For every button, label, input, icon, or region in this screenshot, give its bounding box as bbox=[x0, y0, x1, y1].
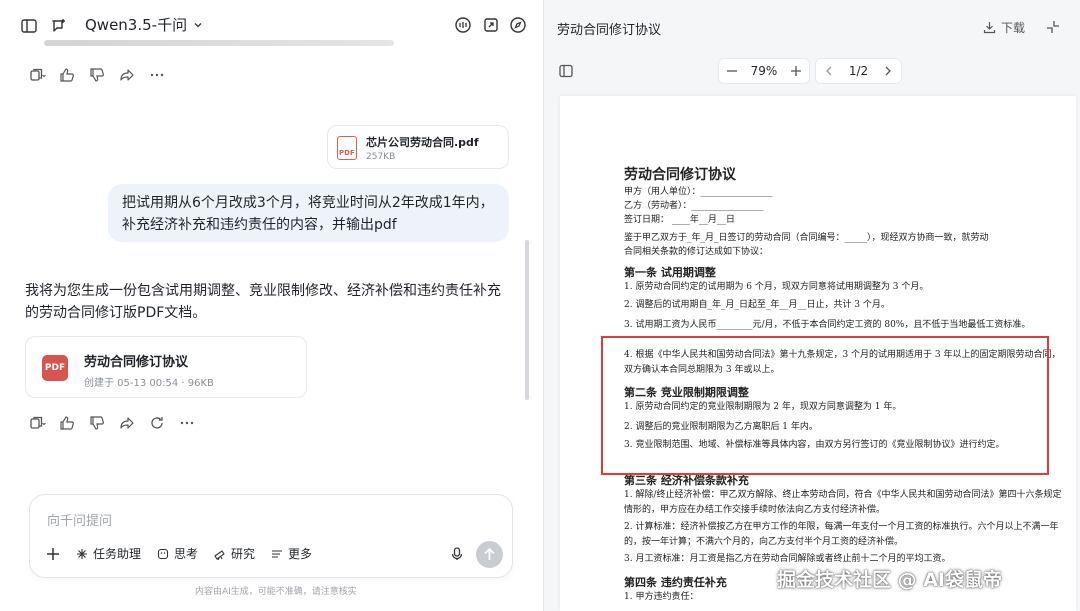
highlight-box bbox=[601, 336, 1049, 475]
thumbs-down-icon[interactable] bbox=[88, 414, 106, 432]
forward-icon[interactable] bbox=[118, 414, 136, 432]
next-page-icon[interactable] bbox=[881, 64, 895, 78]
user-message: 把试用期从6个月改成3个月，将竞业时间从2年改成1年内，补充经济补充和违约责任的… bbox=[108, 184, 509, 242]
chat-input-placeholder[interactable]: 向千问提问 bbox=[47, 510, 112, 529]
copy-icon[interactable] bbox=[28, 66, 46, 84]
file-size: 257KB bbox=[366, 152, 396, 162]
download-button[interactable]: 下载 bbox=[983, 19, 1025, 36]
download-icon bbox=[983, 22, 996, 34]
microphone-icon[interactable] bbox=[448, 545, 466, 563]
page-indicator: 1/2 bbox=[848, 64, 869, 78]
arrow-up-icon bbox=[484, 547, 495, 560]
page-control: 1/2 bbox=[815, 58, 902, 84]
chat-scrollbar[interactable] bbox=[525, 240, 529, 400]
pdf-party-a: 甲方（用人单位）：________________ bbox=[624, 187, 773, 197]
pdf-doc-icon: PDF bbox=[42, 355, 68, 381]
more-icon[interactable] bbox=[178, 414, 196, 432]
watermark: 掘金技术社区 @ AI袋鼠帝 bbox=[777, 569, 1003, 591]
pdf-intro-line-2: 合同相关条款的修订达成如下协议： bbox=[624, 247, 769, 257]
collapse-icon[interactable] bbox=[1044, 18, 1062, 36]
thumbs-down-icon[interactable] bbox=[88, 66, 106, 84]
copy-icon[interactable] bbox=[28, 414, 46, 432]
chat-panel: Qwen3.5-千问 PDF 芯片公司劳动合同.pdf 257KB 把试用期从6… bbox=[0, 0, 530, 611]
add-attachment-button[interactable] bbox=[46, 547, 60, 561]
sparkle-icon bbox=[77, 548, 87, 559]
thumbnail-toggle-icon[interactable] bbox=[558, 63, 574, 79]
share-icon[interactable] bbox=[482, 16, 500, 34]
pdf-s1-item: 3. 试用期工资为人民币________元/月，不低于本合同约定工资的 80%，… bbox=[624, 320, 1031, 330]
ai-reply: 我将为您生成一份包含试用期调整、竞业限制修改、经济补偿和违约责任补充的劳动合同修… bbox=[25, 283, 501, 321]
zoom-level: 79% bbox=[750, 64, 778, 78]
doc-title: 劳动合同修订协议 bbox=[84, 355, 189, 370]
clipped-text-line bbox=[44, 40, 394, 46]
pdf-s1-item: 2. 调整后的试用期自_年_月_日起至_年__月__日止，共计 3 个月。 bbox=[624, 300, 890, 310]
input-toolbar: 任务助理 思考 研究 更多 bbox=[46, 545, 312, 562]
chat-input-box[interactable]: 向千问提问 任务助理 思考 研究 更多 bbox=[29, 494, 513, 578]
generated-doc-card[interactable]: PDF 劳动合同修订协议 创建于 05-13 00:54 · 96KB bbox=[25, 336, 307, 398]
pdf-party-b: 乙方（劳动者）：________________ bbox=[624, 201, 764, 211]
pdf-title: 劳动合同修订协议 bbox=[624, 167, 736, 183]
pdf-s3-item: 2. 计算标准：经济补偿按乙方在甲方工作的年限，每满一年支付一个月工资的标准执行… bbox=[624, 522, 1059, 547]
pdf-preview-panel: 劳动合同修订协议 下载 79% 1/2 劳动合同修订协议 甲方（用人单位）：__… bbox=[543, 0, 1080, 611]
pdf-sign-date: 签订日期： ____年__月__日 bbox=[624, 215, 735, 225]
pdf-file-icon: PDF bbox=[337, 136, 357, 160]
model-mode-icon[interactable] bbox=[454, 16, 472, 34]
regenerate-icon[interactable] bbox=[148, 414, 166, 432]
attached-file-card[interactable]: PDF 芯片公司劳动合同.pdf 257KB bbox=[327, 125, 509, 169]
zoom-in-icon[interactable] bbox=[789, 64, 803, 78]
doc-meta: 创建于 05-13 00:54 · 96KB bbox=[84, 378, 214, 389]
model-selector[interactable]: Qwen3.5-千问 bbox=[85, 14, 203, 35]
pdf-intro-line-1: 鉴于甲乙双方于_年_月_日签订的劳动合同（合同编号：_____），现经双方协商一… bbox=[624, 233, 989, 243]
plus-icon bbox=[47, 547, 59, 560]
preview-title: 劳动合同修订协议 bbox=[557, 23, 662, 38]
model-name: Qwen3.5-千问 bbox=[85, 16, 188, 34]
task-assistant-button[interactable]: 任务助理 bbox=[76, 545, 141, 562]
zoom-out-icon[interactable] bbox=[725, 64, 739, 78]
sidebar-toggle-icon[interactable] bbox=[19, 16, 39, 36]
pdf-section-1: 第一条 试用期调整 bbox=[624, 266, 716, 279]
list-icon bbox=[272, 549, 283, 558]
pdf-s3-item: 1. 解除/终止经济补偿：甲乙双方解除、终止本劳动合同，符合《中华人民共和国劳动… bbox=[624, 490, 1062, 515]
ai-disclaimer: 内容由AI生成，可能不准确，请注意核实 bbox=[195, 587, 357, 597]
pdf-s1-item: 1. 原劳动合同约定的试用期为 6 个月，现双方同意将试用期调整为 3 个月。 bbox=[624, 282, 929, 292]
think-button[interactable]: 思考 bbox=[157, 545, 198, 562]
thumbs-up-icon[interactable] bbox=[58, 66, 76, 84]
compass-icon[interactable] bbox=[509, 16, 527, 34]
file-name: 芯片公司劳动合同.pdf bbox=[366, 136, 479, 149]
reply-actions bbox=[28, 414, 196, 432]
new-chat-icon[interactable] bbox=[49, 16, 69, 36]
more-icon[interactable] bbox=[148, 66, 166, 84]
pdf-s4-item: 1. 甲方违约责任： bbox=[624, 592, 699, 602]
telescope-icon bbox=[214, 549, 225, 560]
more-tools-button[interactable]: 更多 bbox=[271, 545, 312, 562]
pdf-section-4: 第四条 违约责任补充 bbox=[624, 576, 727, 589]
thumbs-up-icon[interactable] bbox=[58, 414, 76, 432]
prev-page-icon[interactable] bbox=[822, 64, 836, 78]
send-button[interactable] bbox=[476, 541, 503, 568]
message-actions bbox=[28, 66, 166, 84]
forward-icon[interactable] bbox=[118, 66, 136, 84]
research-button[interactable]: 研究 bbox=[214, 545, 255, 562]
think-icon bbox=[157, 548, 169, 559]
zoom-control: 79% bbox=[718, 58, 810, 84]
chevron-down-icon bbox=[193, 20, 203, 30]
